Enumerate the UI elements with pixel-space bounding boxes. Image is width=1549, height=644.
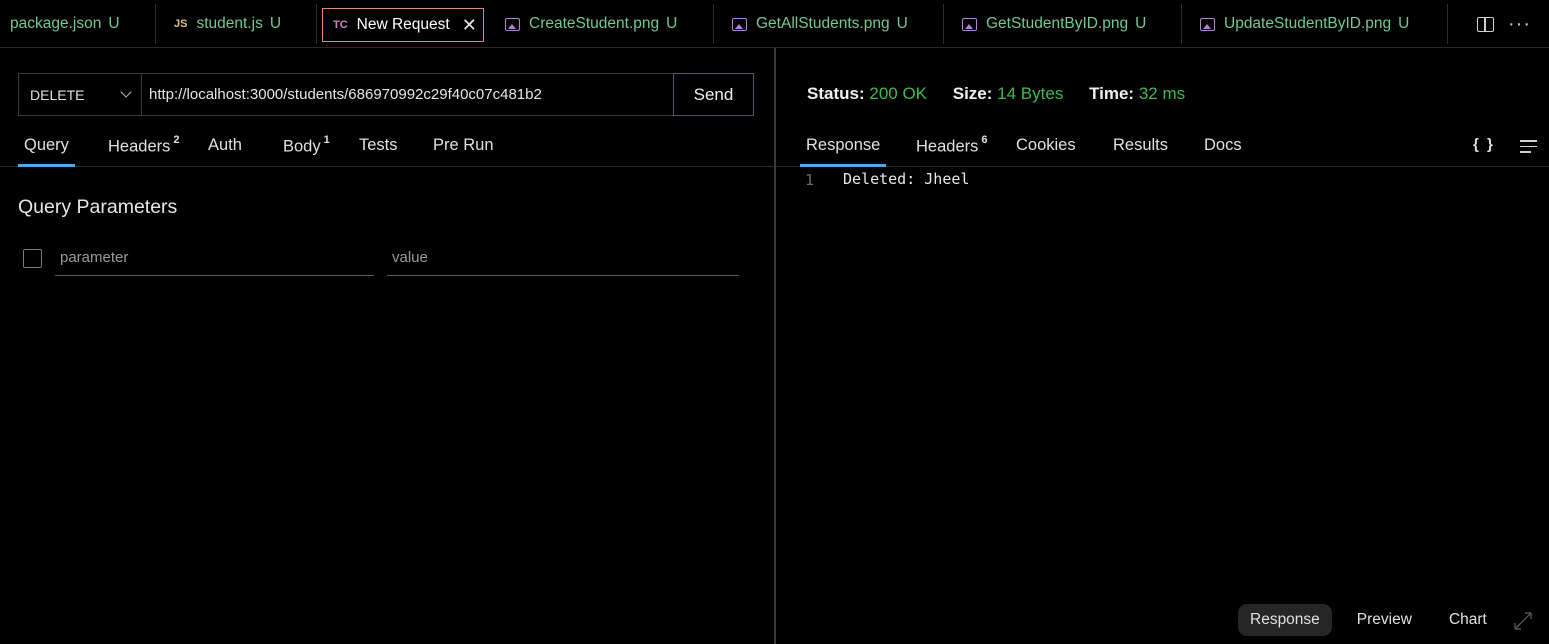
parameter-input[interactable]: parameter (55, 244, 374, 276)
git-status-badge: U (108, 15, 120, 32)
tab-headers[interactable]: Headers 2 (108, 134, 180, 157)
tab-label: Body (283, 137, 321, 156)
tab-label: Headers (916, 137, 979, 156)
wrap-lines-icon[interactable] (1520, 140, 1537, 157)
time-value: 32 ms (1138, 84, 1186, 103)
tab-label: student.js (196, 15, 263, 32)
tab-label: Headers (108, 137, 171, 156)
json-format-icon[interactable]: { } (1473, 136, 1495, 153)
git-status-badge: U (1398, 15, 1410, 32)
tab-createstudent-png[interactable]: CreateStudent.png U (487, 4, 714, 44)
tab-new-request[interactable]: TC New Request ✕ (322, 8, 484, 42)
response-body-text: Deleted: Jheel (843, 170, 970, 188)
thunder-client-icon: TC (333, 19, 348, 31)
tab-label: Cookies (1016, 136, 1076, 154)
image-file-icon (1200, 17, 1215, 31)
image-file-icon (732, 17, 747, 31)
more-icon[interactable]: ··· (1508, 14, 1531, 34)
status-value: 200 OK (869, 84, 928, 103)
line-number: 1 (805, 171, 815, 189)
tab-tests[interactable]: Tests (359, 136, 398, 155)
tab-label: Response (806, 136, 881, 154)
image-file-icon (505, 17, 520, 31)
response-status-bar: Status: 200 OK Size: 14 Bytes Time: 32 m… (807, 84, 1206, 104)
http-method-value: DELETE (30, 86, 85, 103)
response-view-switcher: Response Preview Chart (1238, 604, 1512, 636)
send-button[interactable]: Send (673, 73, 754, 116)
tab-student-js[interactable]: JS student.js U (156, 4, 317, 44)
tab-label: GetAllStudents.png (756, 15, 890, 32)
param-enable-checkbox[interactable] (23, 249, 42, 268)
status-label: Status: (807, 84, 865, 103)
view-chart-button[interactable]: Chart (1437, 604, 1499, 636)
tab-label: CreateStudent.png (529, 15, 660, 32)
tab-label: Docs (1204, 136, 1242, 154)
size-label: Size: (952, 84, 993, 103)
git-status-badge: U (666, 15, 678, 32)
view-response-button[interactable]: Response (1238, 604, 1332, 636)
chevron-down-icon (120, 86, 132, 98)
tab-label: UpdateStudentByID.png (1224, 15, 1392, 32)
tab-label: New Request (356, 16, 450, 33)
tab-updatestudentbyid-png[interactable]: UpdateStudentByID.png U (1182, 4, 1448, 44)
tab-results[interactable]: Results (1113, 136, 1168, 155)
tab-label: Pre Run (433, 136, 494, 154)
expand-icon[interactable] (1513, 611, 1533, 631)
js-icon: JS (174, 18, 188, 30)
tab-label: Tests (359, 136, 398, 154)
tab-auth[interactable]: Auth (208, 136, 242, 155)
split-editor-icon[interactable] (1477, 16, 1495, 32)
url-input[interactable]: http://localhost:3000/students/686970992… (141, 73, 674, 116)
tab-package-json[interactable]: package.json U (0, 4, 156, 44)
count-badge: 1 (323, 134, 330, 146)
tab-getstudentbyid-png[interactable]: GetStudentByID.png U (944, 4, 1182, 44)
http-method-select[interactable]: DELETE (18, 73, 141, 116)
size-value: 14 Bytes (997, 84, 1064, 103)
git-status-badge: U (896, 15, 908, 32)
tab-label: package.json (10, 15, 102, 32)
request-tabs: Query Headers 2 Auth Body 1 Tests Pre Run (0, 130, 774, 167)
tab-pre-run[interactable]: Pre Run (433, 136, 494, 155)
tab-body[interactable]: Body 1 (283, 134, 330, 157)
git-status-badge: U (1135, 15, 1147, 32)
tab-label: Auth (208, 136, 242, 154)
tab-label: GetStudentByID.png (986, 15, 1129, 32)
editor-tab-bar: package.json U JS student.js U TC New Re… (0, 0, 1549, 48)
count-badge: 2 (173, 134, 180, 146)
tab-getallstudents-png[interactable]: GetAllStudents.png U (714, 4, 944, 44)
editor-actions: ··· (1459, 4, 1549, 44)
response-tabs: Response Headers 6 Cookies Results Docs (776, 130, 1549, 167)
tab-cookies[interactable]: Cookies (1016, 136, 1076, 155)
image-file-icon (962, 17, 977, 31)
tab-response-headers[interactable]: Headers 6 (916, 134, 988, 157)
close-icon[interactable]: ✕ (462, 16, 477, 34)
url-value: http://localhost:3000/students/686970992… (149, 86, 542, 103)
query-parameters-heading: Query Parameters (18, 196, 178, 218)
tab-query[interactable]: Query (18, 136, 75, 167)
count-badge: 6 (981, 134, 988, 146)
git-status-badge: U (269, 15, 282, 32)
value-input[interactable]: value (387, 244, 739, 276)
tab-docs[interactable]: Docs (1204, 136, 1242, 155)
tab-response[interactable]: Response (799, 136, 887, 167)
time-label: Time: (1089, 84, 1135, 103)
view-preview-button[interactable]: Preview (1345, 604, 1424, 636)
tab-label: Results (1113, 136, 1169, 154)
tab-label: Query (24, 136, 69, 154)
